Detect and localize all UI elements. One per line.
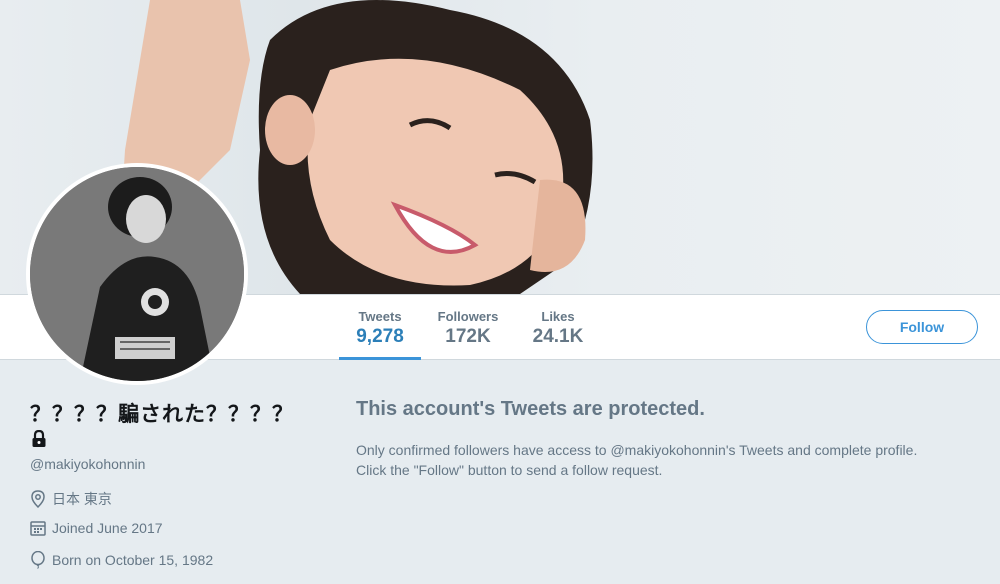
stat-tweets-label: Tweets [358, 309, 402, 324]
profile-location: 日本 東京 [30, 489, 112, 509]
stat-followers[interactable]: Followers 172K [433, 309, 503, 349]
active-tab-indicator [339, 357, 421, 360]
screen-name[interactable]: @makiyokohonnin [30, 456, 145, 472]
stat-tweets[interactable]: Tweets 9,278 [339, 309, 421, 349]
location-text: 日本 東京 [52, 491, 112, 507]
follow-button[interactable]: Follow [866, 310, 978, 344]
stat-likes[interactable]: Likes 24.1K [527, 309, 589, 349]
avatar[interactable] [26, 163, 248, 385]
protected-message: Only confirmed followers have access to … [356, 440, 986, 480]
protected-line-1: Only confirmed followers have access to … [356, 442, 918, 458]
profile-joined: Joined June 2017 [30, 520, 163, 536]
stat-tweets-value: 9,278 [356, 326, 404, 347]
avatar-photo [30, 167, 244, 381]
stat-likes-value: 24.1K [532, 326, 584, 347]
balloon-icon [31, 551, 45, 569]
profile-birthday: Born on October 15, 1982 [30, 551, 213, 569]
protected-title: This account's Tweets are protected. [356, 398, 705, 420]
profile-name: ？？？？騙された？？？？ [30, 403, 294, 426]
protected-line-2: Click the "Follow" button to send a foll… [356, 462, 663, 478]
calendar-icon [30, 521, 46, 536]
stat-followers-value: 172K [445, 326, 491, 347]
lock-icon [30, 429, 48, 453]
stat-likes-label: Likes [541, 309, 575, 324]
location-icon [31, 490, 45, 508]
stat-followers-label: Followers [437, 309, 499, 324]
born-text: Born on October 15, 1982 [52, 552, 214, 568]
joined-text: Joined June 2017 [52, 520, 163, 536]
